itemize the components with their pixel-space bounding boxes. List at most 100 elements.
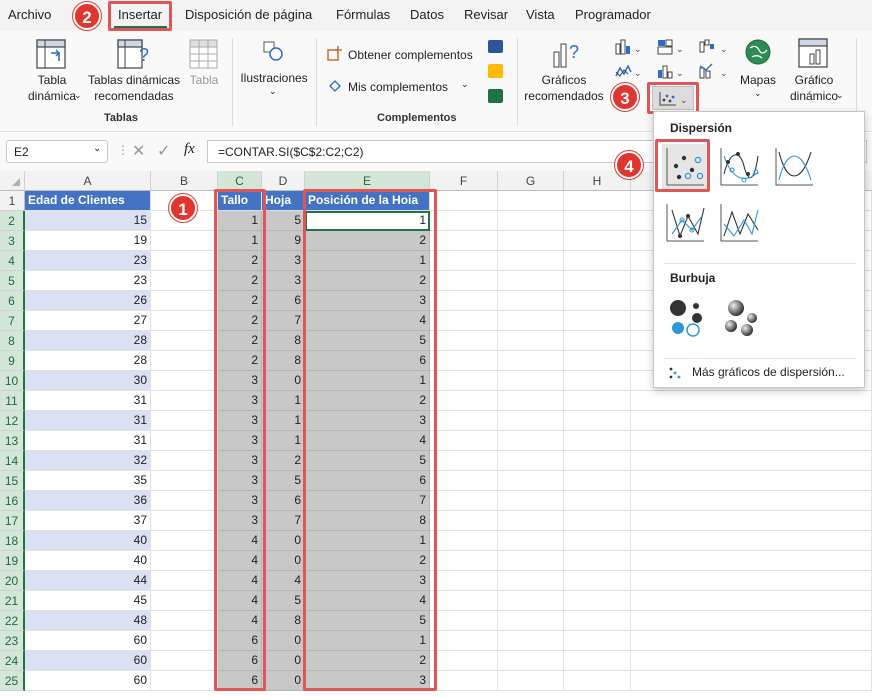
column-header-b[interactable]: B [151, 171, 218, 191]
table-cell[interactable] [564, 531, 631, 551]
table-label[interactable]: Tabla [184, 73, 224, 88]
table-cell[interactable] [430, 611, 498, 631]
table-cell[interactable] [564, 271, 631, 291]
table-cell[interactable] [631, 391, 872, 411]
column-header-d[interactable]: D [262, 171, 305, 191]
table-cell[interactable] [498, 611, 564, 631]
table-cell[interactable] [151, 291, 218, 311]
table-cell[interactable]: 0 [262, 671, 305, 691]
table-cell[interactable]: 27 [25, 311, 151, 331]
table-cell[interactable] [430, 311, 498, 331]
table-cell[interactable] [151, 511, 218, 531]
table-cell[interactable] [151, 451, 218, 471]
illustrations-label[interactable]: Ilustraciones [238, 71, 310, 86]
table-cell[interactable]: 60 [25, 651, 151, 671]
table-cell[interactable] [564, 611, 631, 631]
table-cell[interactable] [498, 331, 564, 351]
table-cell[interactable] [564, 331, 631, 351]
table-cell[interactable]: 37 [25, 511, 151, 531]
row-header[interactable]: 8 [0, 331, 25, 351]
table-cell[interactable] [498, 451, 564, 471]
table-cell[interactable] [498, 471, 564, 491]
row-header[interactable]: 23 [0, 631, 25, 651]
recommended-charts-label[interactable]: Gráficos [524, 73, 604, 88]
row-header[interactable]: 10 [0, 371, 25, 391]
scatter-smooth-lines-option[interactable] [771, 144, 817, 190]
table-cell[interactable]: 1 [262, 431, 305, 451]
recommended-pivot-label-2[interactable]: recomendadas [88, 89, 180, 104]
recommended-charts-icon[interactable]: ? [551, 38, 585, 70]
table-cell[interactable] [151, 571, 218, 591]
table-cell[interactable] [151, 331, 218, 351]
table-cell[interactable] [631, 471, 872, 491]
table-cell[interactable]: 5 [262, 211, 305, 231]
table-cell[interactable]: 1 [262, 411, 305, 431]
table-cell[interactable]: 60 [25, 631, 151, 651]
table-cell[interactable] [498, 391, 564, 411]
table-cell[interactable] [430, 451, 498, 471]
row-header[interactable]: 19 [0, 551, 25, 571]
table-cell[interactable]: 26 [25, 291, 151, 311]
column-header-g[interactable]: G [498, 171, 564, 191]
bing-maps-icon[interactable] [488, 64, 503, 78]
table-cell[interactable] [430, 211, 498, 231]
more-scatter-charts-link[interactable]: Más gráficos de dispersión... [692, 365, 845, 379]
table-cell[interactable]: 28 [25, 331, 151, 351]
table-cell[interactable] [430, 411, 498, 431]
table-cell[interactable] [430, 231, 498, 251]
table-cell[interactable] [564, 451, 631, 471]
table-cell[interactable] [498, 311, 564, 331]
table-cell[interactable] [564, 571, 631, 591]
table-cell[interactable] [564, 671, 631, 691]
my-addins-icon[interactable] [327, 78, 343, 94]
table-cell[interactable] [631, 531, 872, 551]
table-cell[interactable] [564, 391, 631, 411]
column-header-f[interactable]: F [430, 171, 498, 191]
table-cell[interactable]: 0 [262, 631, 305, 651]
table-cell[interactable] [498, 571, 564, 591]
table-cell[interactable]: 4 [262, 571, 305, 591]
table-cell[interactable] [564, 551, 631, 571]
illustrations-icon[interactable] [262, 40, 284, 62]
table-cell[interactable] [151, 271, 218, 291]
row-header[interactable]: 6 [0, 291, 25, 311]
table-cell[interactable]: 15 [25, 211, 151, 231]
row-header[interactable]: 1 [0, 191, 25, 211]
table-cell[interactable] [564, 491, 631, 511]
table-cell[interactable]: 45 [25, 591, 151, 611]
row-header[interactable]: 24 [0, 651, 25, 671]
row-header[interactable]: 25 [0, 671, 25, 691]
table-cell[interactable] [498, 271, 564, 291]
table-cell[interactable] [498, 491, 564, 511]
table-cell[interactable]: 0 [262, 651, 305, 671]
get-addins-icon[interactable] [327, 45, 343, 61]
table-cell[interactable] [498, 631, 564, 651]
table-cell[interactable] [564, 411, 631, 431]
table-cell[interactable]: 48 [25, 611, 151, 631]
table-cell[interactable]: 23 [25, 271, 151, 291]
table-cell[interactable]: 8 [262, 331, 305, 351]
table-cell[interactable]: 6 [262, 291, 305, 311]
scatter-straight-markers-option[interactable] [662, 200, 708, 246]
column-header-a[interactable]: A [25, 171, 151, 191]
table-cell[interactable]: 36 [25, 491, 151, 511]
table-cell[interactable]: 7 [262, 311, 305, 331]
table-cell[interactable] [498, 431, 564, 451]
table-cell[interactable] [564, 311, 631, 331]
table-cell[interactable] [498, 291, 564, 311]
table-cell[interactable] [151, 611, 218, 631]
table-cell[interactable] [430, 531, 498, 551]
table-cell[interactable]: 2 [262, 451, 305, 471]
bubble-3d-option[interactable] [716, 294, 762, 340]
table-cell[interactable] [151, 591, 218, 611]
row-header[interactable]: 14 [0, 451, 25, 471]
table-cell[interactable]: 3 [262, 271, 305, 291]
table-cell[interactable] [498, 591, 564, 611]
row-header[interactable]: 13 [0, 431, 25, 451]
table-cell[interactable] [631, 571, 872, 591]
people-graph-icon[interactable] [488, 89, 503, 103]
menu-archivo[interactable]: Archivo [8, 7, 51, 22]
table-cell[interactable] [631, 411, 872, 431]
table-cell[interactable] [430, 491, 498, 511]
table-cell[interactable] [430, 651, 498, 671]
